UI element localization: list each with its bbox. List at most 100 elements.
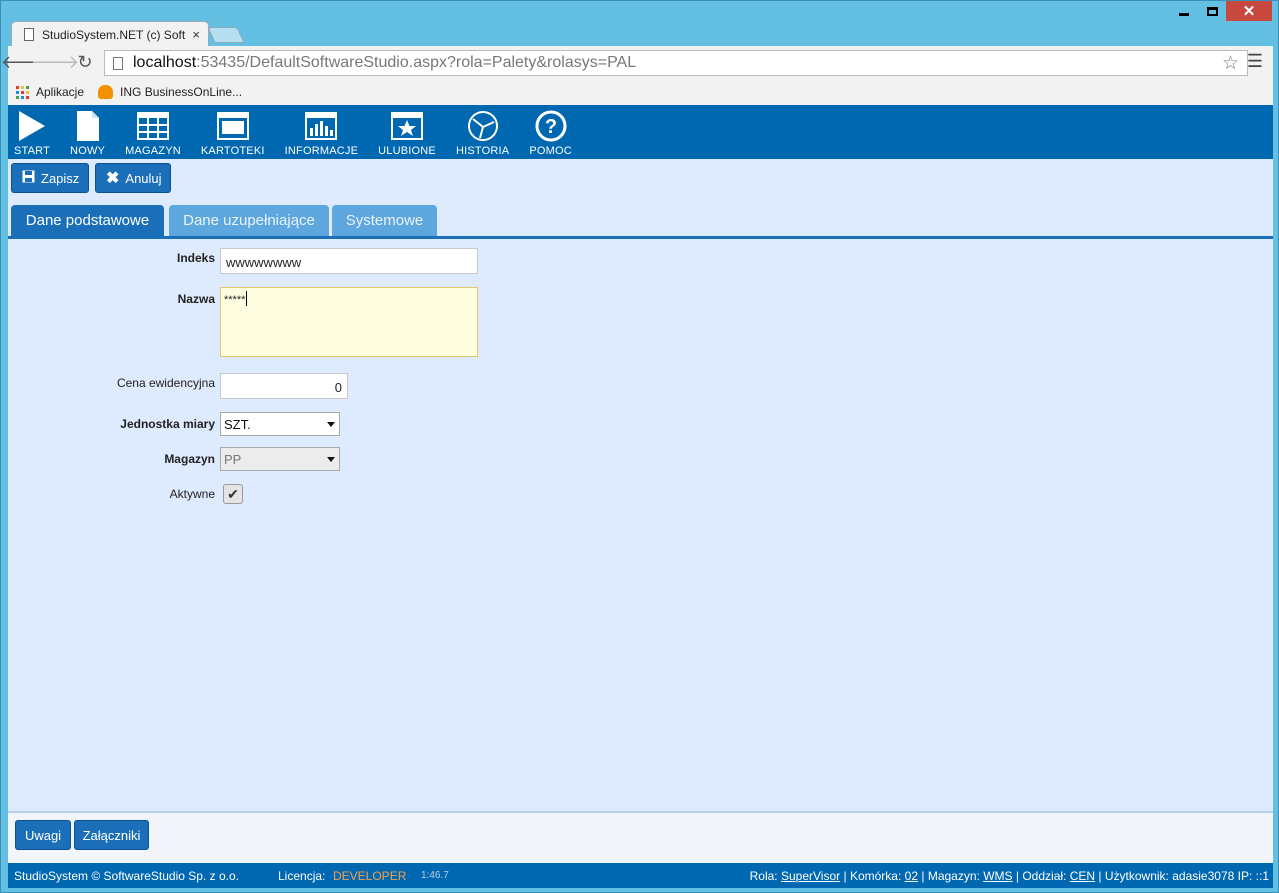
uzytkownik-value: adasie3078	[1172, 868, 1235, 883]
form-tabs: Dane podstawowe Dane uzupełniające Syste…	[8, 205, 1273, 239]
separator: |	[1015, 868, 1019, 883]
history-icon	[467, 109, 499, 143]
license-value: DEVELOPER	[333, 868, 407, 883]
star-window-icon	[391, 109, 424, 143]
magazyn-label: Magazyn	[164, 452, 215, 466]
minimize-button[interactable]	[1170, 1, 1198, 21]
bookmark-star-icon[interactable]: ☆	[1222, 52, 1239, 75]
menu-ulubione[interactable]: ULUBIONE	[378, 105, 436, 159]
close-icon: ✖	[106, 170, 120, 187]
new-document-icon	[76, 109, 100, 143]
aktywne-label: Aktywne	[169, 487, 215, 501]
magazyn-value: PP	[224, 452, 242, 467]
status-bar: StudioSystem © SoftwareStudio Sp. z o.o.…	[8, 863, 1273, 888]
svg-text:?: ?	[545, 116, 557, 138]
menu-start[interactable]: START	[14, 105, 50, 159]
page-icon	[113, 56, 123, 70]
ip-value: ::1	[1255, 868, 1269, 883]
menu-magazyn[interactable]: MAGAZYN	[125, 105, 181, 159]
separator: |	[921, 868, 925, 883]
menu-informacje[interactable]: INFORMACJE	[285, 105, 359, 159]
bookmark-apps[interactable]: Aplikacje	[16, 85, 84, 99]
bottom-bar: Uwagi Załączniki	[8, 811, 1273, 863]
tab-title: StudioSystem.NET (c) Soft	[42, 27, 186, 42]
new-tab-button[interactable]	[207, 27, 245, 43]
apps-grid-icon	[16, 85, 29, 99]
session-info: Rola: SuperVisor | Komórka: 02 | Magazyn…	[750, 869, 1269, 883]
uwagi-button[interactable]: Uwagi	[15, 820, 71, 850]
menu-label: NOWY	[70, 145, 106, 157]
menu-nowy[interactable]: NOWY	[70, 105, 105, 159]
close-window-button[interactable]: ✕	[1226, 1, 1272, 21]
warehouse-grid-icon	[136, 109, 169, 143]
menu-label: START	[14, 145, 51, 157]
jednostka-value: SZT.	[224, 417, 251, 432]
menu-icon[interactable]: ☰	[1247, 51, 1263, 72]
cancel-label: Anuluj	[125, 170, 162, 186]
license-label: Licencja:	[278, 868, 326, 883]
play-icon	[17, 109, 47, 143]
browser-window: ✕ StudioSystem.NET (c) Soft × 🡐 🡒 ↻ loca…	[0, 0, 1279, 893]
nazwa-value: *****	[224, 294, 246, 306]
app-menu-bar: START NOWY MAGAZYN KARTOTEKI INFORMACJE …	[8, 105, 1273, 159]
bookmark-ing[interactable]: ING BusinessOnLine...	[98, 85, 242, 99]
jednostka-label: Jednostka miary	[120, 417, 215, 431]
help-icon: ?	[535, 109, 567, 143]
menu-historia[interactable]: HISTORIA	[456, 105, 509, 159]
aktywne-checkbox[interactable]: ✔	[223, 484, 243, 504]
cena-input[interactable]: 0	[220, 373, 348, 399]
menu-pomoc[interactable]: ? POMOC	[529, 105, 572, 159]
url-path: :53435/DefaultSoftwareStudio.aspx?rola=P…	[196, 54, 637, 71]
chevron-down-icon	[327, 457, 335, 462]
zalaczniki-button[interactable]: Załączniki	[74, 820, 149, 850]
komorka-link[interactable]: 02	[905, 869, 918, 883]
browser-toolbar: 🡐 🡒 ↻ localhost:53435/DefaultSoftwareStu…	[1, 46, 1273, 79]
tab-systemowe[interactable]: Systemowe	[332, 205, 437, 236]
menu-kartoteki[interactable]: KARTOTEKI	[201, 105, 265, 159]
window-list-icon	[216, 109, 249, 143]
ing-lion-icon	[98, 85, 114, 99]
separator: |	[1098, 868, 1102, 883]
oddzial-link[interactable]: CEN	[1070, 869, 1095, 883]
time-text: 1:46.7	[421, 870, 449, 881]
maximize-button[interactable]	[1198, 1, 1226, 21]
menu-label: INFORMACJE	[284, 145, 359, 157]
rola-link[interactable]: SuperVisor	[781, 869, 840, 883]
menu-label: MAGAZYN	[125, 145, 181, 157]
indeks-input[interactable]: wwwwwwww	[220, 248, 478, 274]
nazwa-textarea[interactable]: *****	[220, 287, 478, 357]
browser-tab[interactable]: StudioSystem.NET (c) Soft ×	[11, 21, 209, 47]
page-icon	[24, 28, 34, 41]
magazyn-select[interactable]: PP	[220, 447, 340, 471]
text-cursor	[246, 291, 248, 306]
indeks-label: Indeks	[176, 251, 215, 265]
rola-label: Rola:	[749, 868, 778, 883]
checkmark-icon: ✔	[227, 485, 239, 502]
menu-label: POMOC	[529, 145, 572, 157]
tab-close-icon[interactable]: ×	[192, 27, 200, 42]
forward-icon[interactable]: 🡒	[31, 50, 79, 76]
jednostka-select[interactable]: SZT.	[220, 412, 340, 436]
menu-label: HISTORIA	[455, 145, 510, 157]
save-label: Zapisz	[41, 170, 80, 186]
tab-dane-podstawowe[interactable]: Dane podstawowe	[11, 205, 164, 236]
window-controls: ✕	[1170, 1, 1272, 23]
magazyn-link[interactable]: WMS	[983, 869, 1012, 883]
magazyn-status-label: Magazyn:	[927, 868, 980, 883]
bookmark-label: ING BusinessOnLine...	[120, 85, 243, 99]
bar-chart-icon	[305, 109, 338, 143]
cena-label: Cena ewidencyjna	[116, 376, 215, 390]
menu-label: KARTOTEKI	[200, 145, 265, 157]
chevron-down-icon	[327, 422, 335, 427]
save-button[interactable]: Zapisz	[11, 163, 89, 193]
tab-dane-uzupelniajace[interactable]: Dane uzupełniające	[169, 205, 329, 236]
url-host: localhost	[133, 54, 197, 71]
floppy-disk-icon	[22, 170, 35, 186]
uzytkownik-label: Użytkownik:	[1104, 868, 1169, 883]
address-bar[interactable]: localhost:53435/DefaultSoftwareStudio.as…	[104, 50, 1248, 76]
ip-label: IP:	[1237, 868, 1253, 883]
cancel-button[interactable]: ✖ Anuluj	[95, 163, 171, 193]
komorka-label: Komórka:	[849, 868, 902, 883]
reload-icon[interactable]: ↻	[72, 50, 98, 76]
oddzial-label: Oddział:	[1022, 868, 1067, 883]
